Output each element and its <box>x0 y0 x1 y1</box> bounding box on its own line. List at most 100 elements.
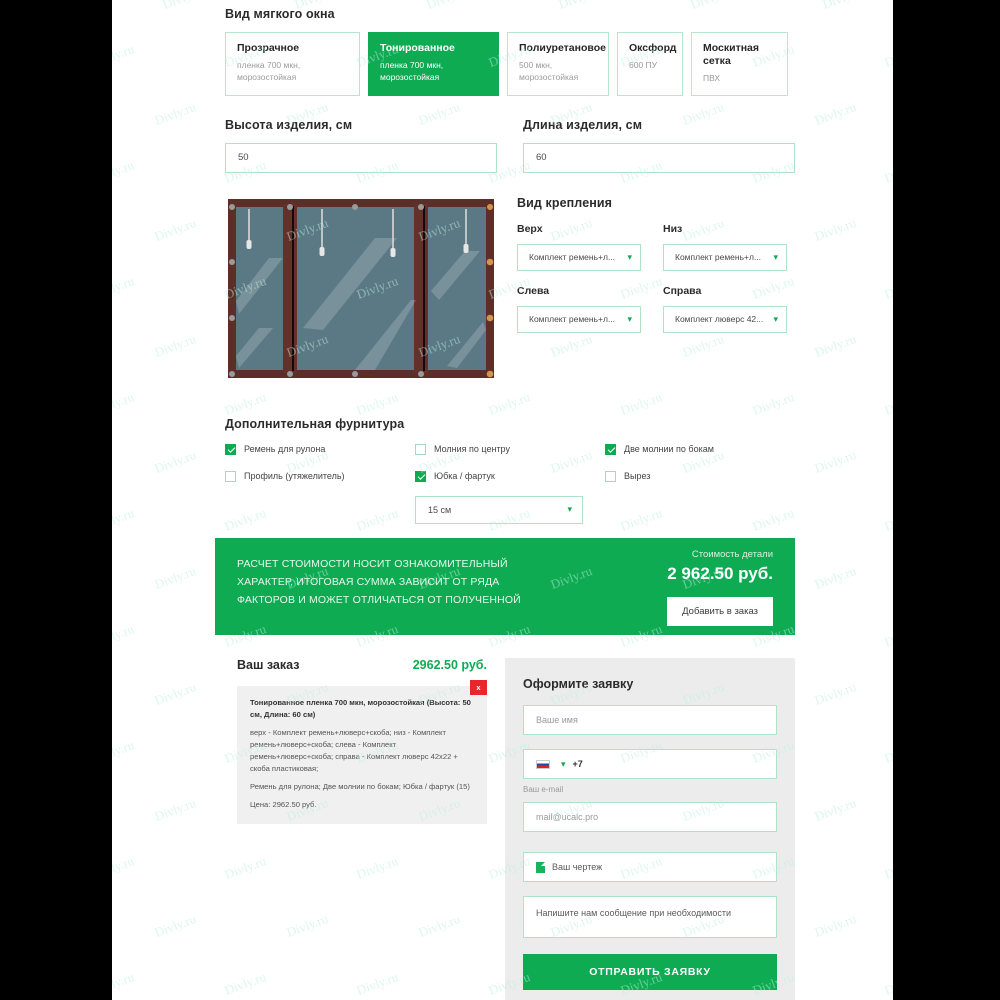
checkbox-checked-icon[interactable] <box>605 443 616 455</box>
option-card-transparent[interactable]: Прозрачное пленка 700 мкн, морозостойкая <box>225 32 360 96</box>
checkbox-unchecked-icon[interactable] <box>225 470 236 482</box>
watermark-text: Divly.ru <box>812 795 858 824</box>
email-field[interactable]: mail@ucalc.pro <box>523 802 777 832</box>
watermark-text: Divly.ru <box>812 679 858 708</box>
price-value: 2 962.50 руб. <box>667 564 773 583</box>
chevron-down-icon: ▾ <box>773 251 778 262</box>
chevron-down-icon: ▾ <box>627 251 632 262</box>
option-name: Прозрачное <box>237 42 300 54</box>
file-icon <box>536 861 545 873</box>
content-column: Вид мягкого окна Прозрачное пленка 700 м… <box>225 0 795 524</box>
watermark-text: Divly.ru <box>882 41 893 70</box>
checkbox-checked-icon[interactable] <box>225 443 236 455</box>
remove-item-button[interactable]: x <box>470 680 487 695</box>
soft-window-illustration <box>225 195 497 381</box>
checkbox-unchecked-icon[interactable] <box>605 470 616 482</box>
mounting-top-select[interactable]: Комплект ремень+л... ▾ <box>517 243 641 271</box>
chevron-down-icon[interactable]: ▾ <box>561 759 566 770</box>
page-canvas: Вид мягкого окна Прозрачное пленка 700 м… <box>112 0 893 1000</box>
watermark-text: Divly.ru <box>882 969 893 998</box>
fittings-checkbox-grid: Ремень для рулона Молния по центру Две м… <box>225 443 795 498</box>
checkbox-side-zippers[interactable]: Две молнии по бокам <box>605 443 795 456</box>
file-placeholder: Ваш чертеж <box>552 862 603 872</box>
mounting-left: Слева Комплект ремень+л... ▾ <box>517 285 641 333</box>
add-to-order-button[interactable]: Добавить в заказ <box>667 597 773 626</box>
watermark-text: Divly.ru <box>812 563 858 592</box>
mounting-section: Вид крепления Верх Комплект ремень+л... … <box>517 196 793 381</box>
checkbox-center-zipper[interactable]: Молния по центру <box>415 443 605 456</box>
chevron-down-icon: ▾ <box>627 313 632 324</box>
mounting-left-select[interactable]: Комплект ремень+л... ▾ <box>517 305 641 333</box>
checkbox-weight-profile[interactable]: Профиль (утяжелитель) <box>225 470 415 483</box>
watermark-text: Divly.ru <box>112 389 136 418</box>
watermark-text: Divly.ru <box>152 563 198 592</box>
name-field[interactable]: Ваше имя <box>523 705 777 735</box>
watermark-text: Divly.ru <box>112 41 136 70</box>
fittings-title: Дополнительная фурнитура <box>225 416 405 431</box>
length-input[interactable]: 60 <box>523 142 795 173</box>
order-item-price: Цена: 2962.50 руб. <box>250 800 317 810</box>
checkbox-label: Молния по центру <box>434 443 510 454</box>
select-value: 15 см <box>428 504 452 515</box>
order-form: Оформите заявку Ваше имя ▾ +7 Ваш e-mail… <box>505 658 795 1000</box>
phone-field[interactable]: ▾ +7 <box>523 749 777 779</box>
checkbox-label: Вырез <box>624 470 651 481</box>
watermark-text: Divly.ru <box>812 447 858 476</box>
file-upload-field[interactable]: Ваш чертеж <box>523 852 777 882</box>
watermark-text: Divly.ru <box>161 0 207 13</box>
price-banner: РАСЧЕТ СТОИМОСТИ НОСИТ ОЗНАКОМИТЕЛЬНЫЙ Х… <box>215 538 795 635</box>
option-card-tinted[interactable]: Тонированное пленка 700 мкн, морозостойк… <box>368 32 499 96</box>
preview-and-mounting: Вид крепления Верх Комплект ремень+л... … <box>225 195 795 381</box>
message-textarea[interactable]: Напишите нам сообщение при необходимости <box>523 896 777 938</box>
height-input[interactable]: 50 <box>225 142 497 173</box>
watermark-text: Divly.ru <box>812 911 858 940</box>
checkbox-label: Две молнии по бокам <box>624 443 714 454</box>
order-title: Ваш заказ <box>237 658 300 672</box>
watermark-text: Divly.ru <box>882 621 893 650</box>
submit-button[interactable]: ОТПРАВИТЬ ЗАЯВКУ <box>523 954 777 990</box>
checkbox-cutout[interactable]: Вырез <box>605 470 795 483</box>
mounting-title: Вид крепления <box>517 195 613 210</box>
option-card-polyurethane[interactable]: Полиуретановое 500 мкн, морозостойкая <box>507 32 609 96</box>
dimensions-section: Высота изделия, см 50 Длина изделия, см … <box>225 118 795 173</box>
mounting-fields: Верх Комплект ремень+л... ▾ Низ Комплект… <box>517 223 793 347</box>
checkbox-unchecked-icon[interactable] <box>415 443 426 455</box>
watermark-text: Divly.ru <box>812 215 858 244</box>
mounting-top: Верх Комплект ремень+л... ▾ <box>517 223 641 271</box>
watermark-text: Divly.ru <box>882 853 893 882</box>
order-item-fittings: Ремень для рулона; Две молнии по бокам; … <box>250 782 470 792</box>
watermark-text: Divly.ru <box>152 679 198 708</box>
watermark-text: Divly.ru <box>812 331 858 360</box>
length-group: Длина изделия, см 60 <box>523 118 795 173</box>
option-card-mosquito-net[interactable]: Москитная сетка ПВХ <box>691 32 788 96</box>
checkbox-skirt[interactable]: Юбка / фартук <box>415 470 605 483</box>
window-type-title: Вид мягкого окна <box>225 7 335 21</box>
option-desc: пленка 700 мкн, морозостойкая <box>237 60 301 83</box>
watermark-text: Divly.ru <box>882 273 893 302</box>
length-label: Длина изделия, см <box>523 117 643 132</box>
mounting-bottom-label: Низ <box>663 222 683 235</box>
banner-price-block: Стоимость детали 2 962.50 руб. Добавить … <box>667 538 795 635</box>
watermark-text: Divly.ru <box>112 737 136 766</box>
checkbox-checked-icon[interactable] <box>415 470 426 482</box>
order-item-mounting: верх - Комплект ремень+люверс+скоба; низ… <box>250 727 458 773</box>
name-placeholder: Ваше имя <box>536 715 578 725</box>
select-value: Комплект ремень+л... <box>529 252 616 263</box>
mounting-bottom: Низ Комплект ремень+л... ▾ <box>663 223 787 271</box>
fittings-section: Дополнительная фурнитура Ремень для руло… <box>225 417 795 524</box>
checkbox-roll-strap[interactable]: Ремень для рулона <box>225 443 415 456</box>
watermark-text: Divly.ru <box>152 911 198 940</box>
watermark-text: Divly.ru <box>812 99 858 128</box>
watermark-text: Divly.ru <box>882 157 893 186</box>
mounting-right-select[interactable]: Комплект люверс 42... ▾ <box>663 305 787 333</box>
russia-flag-icon <box>536 759 550 769</box>
option-name: Москитная сетка <box>703 42 760 68</box>
watermark-text: Divly.ru <box>112 273 136 302</box>
option-card-oxford[interactable]: Оксфорд 600 ПУ <box>617 32 683 96</box>
mounting-left-label: Слева <box>517 284 550 297</box>
option-desc: пленка 700 мкн, морозостойкая <box>380 60 444 83</box>
mounting-bottom-select[interactable]: Комплект ремень+л... ▾ <box>663 243 787 271</box>
skirt-size-select[interactable]: 15 см ▾ <box>415 495 583 524</box>
select-value: Комплект люверс 42... <box>675 314 764 325</box>
chevron-down-icon: ▾ <box>567 504 572 515</box>
